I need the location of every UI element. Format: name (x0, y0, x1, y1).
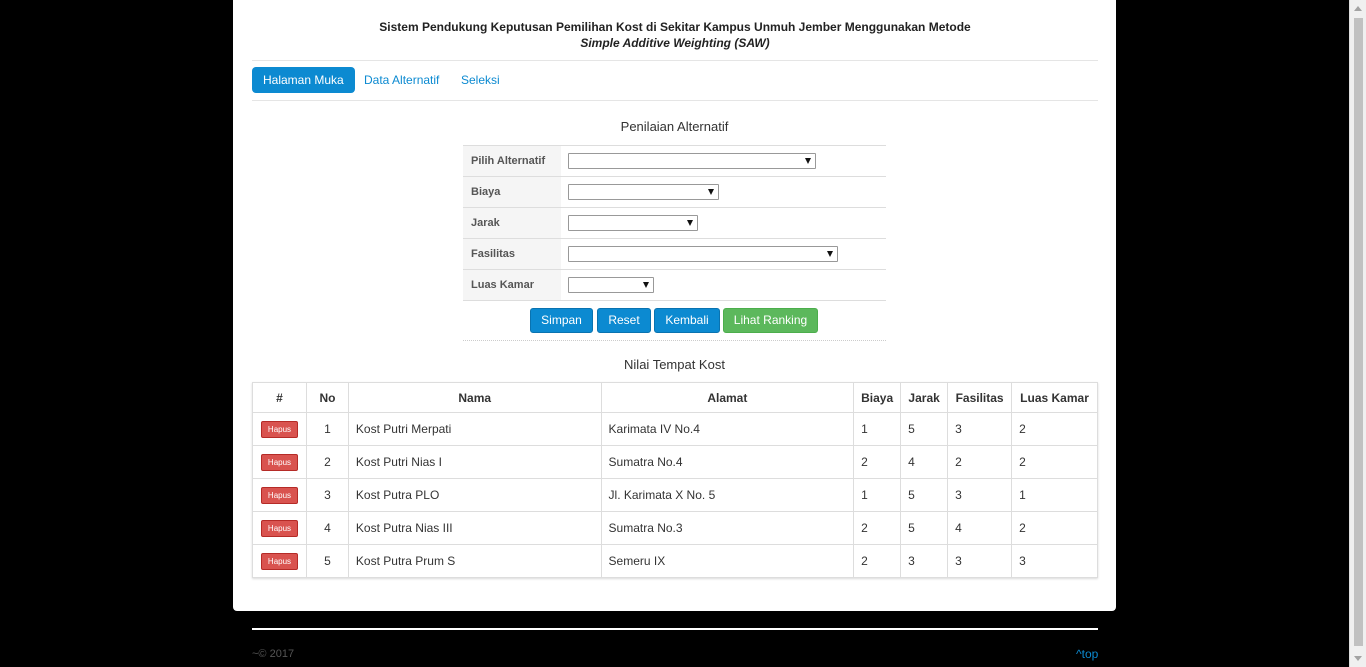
kost-table: # No Nama Alamat Biaya Jarak Fasilitas L… (252, 382, 1098, 578)
scroll-down-arrow-icon[interactable] (1354, 656, 1362, 661)
column-header: Fasilitas (947, 382, 1013, 413)
column-header: # (252, 382, 307, 413)
chevron-down-icon (805, 158, 811, 164)
form-row-fasilitas: Fasilitas (463, 239, 886, 270)
cell-no: 5 (305, 544, 349, 578)
kembali-button[interactable]: Kembali (654, 308, 720, 333)
hapus-button[interactable]: Hapus (260, 420, 298, 438)
copyright-text: ~© 2017 (252, 648, 295, 660)
form-row-luas-kamar: Luas Kamar (463, 270, 886, 301)
page-header: Sistem Pendukung Keputusan Pemilihan Kos… (252, 0, 1098, 61)
field-label: Biaya (463, 177, 561, 207)
cell-alamat: Sumatra No.3 (600, 511, 855, 545)
form-row-jarak: Jarak (463, 208, 886, 239)
cell-no: 2 (305, 445, 349, 479)
cell-luas-kamar: 1 (1011, 478, 1098, 512)
table-header-row: # No Nama Alamat Biaya Jarak Fasilitas L… (252, 382, 1098, 413)
scrollbar-thumb[interactable] (1354, 18, 1363, 646)
form-buttons: Simpan Reset Kembali Lihat Ranking (463, 307, 886, 341)
cell-biaya: 2 (853, 445, 902, 479)
column-header: No (305, 382, 349, 413)
column-header: Luas Kamar (1011, 382, 1098, 413)
back-to-top-link[interactable]: ^top (1076, 647, 1098, 661)
luas-kamar-select[interactable] (568, 277, 654, 293)
cell-fasilitas: 3 (947, 478, 1013, 512)
cell-fasilitas: 4 (947, 511, 1013, 545)
tab-data-alternatif[interactable]: Data Alternatif (353, 67, 450, 93)
cell-alamat: Semeru IX (600, 544, 855, 578)
cell-nama: Kost Putri Merpati (347, 412, 602, 446)
cell-fasilitas: 2 (947, 445, 1013, 479)
biaya-select[interactable] (568, 184, 719, 200)
simpan-button[interactable]: Simpan (530, 308, 593, 333)
column-header: Biaya (853, 382, 902, 413)
chevron-down-icon (827, 251, 833, 257)
table-title: Nilai Tempat Kost (624, 357, 725, 372)
chevron-down-icon (708, 189, 714, 195)
cell-jarak: 4 (900, 445, 949, 479)
cell-alamat: Karimata IV No.4 (600, 412, 855, 446)
table-row: Hapus 2 Kost Putri Nias I Sumatra No.4 2… (252, 445, 1098, 479)
alternatif-select[interactable] (568, 153, 816, 169)
cell-luas-kamar: 2 (1011, 511, 1098, 545)
reset-button[interactable]: Reset (597, 308, 651, 333)
cell-biaya: 1 (853, 478, 902, 512)
cell-nama: Kost Putra Nias III (347, 511, 602, 545)
column-header: Alamat (600, 382, 855, 413)
hapus-button[interactable]: Hapus (260, 519, 298, 537)
field-label: Fasilitas (463, 239, 561, 269)
cell-nama: Kost Putra PLO (347, 478, 602, 512)
cell-alamat: Sumatra No.4 (600, 445, 855, 479)
chevron-down-icon (687, 220, 693, 226)
table-row: Hapus 5 Kost Putra Prum S Semeru IX 2 3 … (252, 544, 1098, 578)
cell-fasilitas: 3 (947, 412, 1013, 446)
cell-no: 3 (305, 478, 349, 512)
table-row: Hapus 3 Kost Putra PLO Jl. Karimata X No… (252, 478, 1098, 512)
fasilitas-select[interactable] (568, 246, 838, 262)
cell-no: 1 (305, 412, 349, 446)
field-label: Pilih Alternatif (463, 146, 561, 176)
page-scrollbar[interactable] (1349, 0, 1366, 667)
hapus-button[interactable]: Hapus (260, 486, 298, 504)
cell-biaya: 1 (853, 412, 902, 446)
field-label: Luas Kamar (463, 270, 561, 300)
cell-jarak: 5 (900, 478, 949, 512)
cell-biaya: 2 (853, 544, 902, 578)
table-row: Hapus 4 Kost Putra Nias III Sumatra No.3… (252, 511, 1098, 545)
footer-divider (252, 628, 1098, 630)
table-row: Hapus 1 Kost Putri Merpati Karimata IV N… (252, 412, 1098, 446)
field-label: Jarak (463, 208, 561, 238)
cell-jarak: 5 (900, 412, 949, 446)
cell-luas-kamar: 2 (1011, 412, 1098, 446)
cell-jarak: 5 (900, 511, 949, 545)
lihat-ranking-button[interactable]: Lihat Ranking (723, 308, 818, 333)
scroll-up-arrow-icon[interactable] (1354, 6, 1362, 11)
cell-biaya: 2 (853, 511, 902, 545)
cell-alamat: Jl. Karimata X No. 5 (600, 478, 855, 512)
nav-tabs: Halaman Muka Data Alternatif Seleksi (252, 61, 1098, 101)
column-header: Jarak (900, 382, 949, 413)
main-panel: Sistem Pendukung Keputusan Pemilihan Kos… (233, 0, 1116, 611)
form-row-biaya: Biaya (463, 177, 886, 208)
cell-no: 4 (305, 511, 349, 545)
hapus-button[interactable]: Hapus (260, 453, 298, 471)
column-header: Nama (347, 382, 602, 413)
page-title: Sistem Pendukung Keputusan Pemilihan Kos… (379, 20, 971, 34)
chevron-down-icon (643, 282, 649, 288)
page-subtitle: Simple Additive Weighting (SAW) (580, 36, 770, 50)
form-title: Penilaian Alternatif (620, 119, 729, 134)
penilaian-form: Pilih Alternatif Biaya Jarak Fasilitas L… (463, 145, 886, 301)
cell-nama: Kost Putra Prum S (347, 544, 602, 578)
cell-nama: Kost Putri Nias I (347, 445, 602, 479)
hapus-button[interactable]: Hapus (260, 552, 298, 570)
cell-luas-kamar: 2 (1011, 445, 1098, 479)
tab-halaman-muka[interactable]: Halaman Muka (252, 67, 355, 93)
tab-seleksi[interactable]: Seleksi (450, 67, 511, 93)
form-row-alternatif: Pilih Alternatif (463, 146, 886, 177)
cell-fasilitas: 3 (947, 544, 1013, 578)
cell-luas-kamar: 3 (1011, 544, 1098, 578)
cell-jarak: 3 (900, 544, 949, 578)
jarak-select[interactable] (568, 215, 698, 231)
